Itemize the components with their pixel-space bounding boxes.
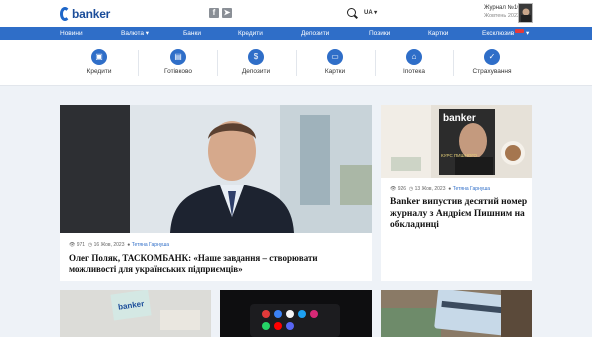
category-deposits[interactable]: $ Депозити: [226, 49, 286, 75]
live-badge-icon: [515, 29, 525, 33]
article-image: banker: [60, 290, 211, 337]
article-image: [60, 105, 372, 233]
category-label: Депозити: [241, 68, 271, 75]
category-label: Кредити: [86, 68, 112, 75]
magazine-link[interactable]: Журнал №10 Жовтень 2023: [484, 4, 521, 20]
category-cards[interactable]: ▭ Картки: [305, 49, 365, 75]
chevron-down-icon: ▾: [525, 30, 530, 37]
clock-icon: ◷: [87, 242, 93, 248]
cover-logo: banker: [443, 113, 476, 124]
article-card-bottom-2[interactable]: [220, 290, 372, 337]
language-selector[interactable]: UA ▾: [364, 9, 377, 16]
category-mortgage[interactable]: ⌂ Іпотека: [384, 49, 444, 75]
magazine-cover-thumbnail[interactable]: [518, 3, 533, 23]
shield-icon: ✓: [484, 49, 500, 65]
user-icon: ●: [448, 186, 452, 192]
divider: [217, 50, 218, 76]
article-meta: 👁 971 ◷ 16 Жов, 2023 ● Тетяна Гарнуша: [69, 242, 169, 248]
logo-mark-icon: [60, 7, 70, 21]
nav-item-exclusive-label: Ексклюзив: [482, 30, 515, 37]
user-icon: ●: [127, 242, 131, 248]
article-meta: 👁 926 ◷ 13 Жов, 2023 ● Тетяна Гарнуша: [390, 186, 490, 192]
divider: [138, 50, 139, 76]
category-label: Страхування: [472, 68, 512, 75]
category-label: Іпотека: [403, 68, 425, 75]
nav-item-news[interactable]: Новини: [60, 27, 83, 40]
eye-icon: 👁: [69, 242, 76, 248]
view-count: 971: [76, 242, 86, 248]
category-label: Картки: [324, 68, 346, 75]
card-icon: ▭: [327, 49, 343, 65]
logo-text: banker: [72, 7, 111, 21]
moneybag-icon: $: [248, 49, 264, 65]
nav-item-cards[interactable]: Картки: [428, 27, 448, 40]
main-nav: Новини Валюта ▾ Банки Кредити Депозити П…: [0, 27, 592, 40]
article-image: [381, 290, 532, 337]
article-title[interactable]: Banker випустив десятий номер журналу з …: [390, 197, 530, 232]
divider: [296, 50, 297, 76]
divider: [453, 50, 454, 76]
nav-item-loans[interactable]: Позики: [369, 27, 390, 40]
facebook-icon[interactable]: f: [209, 8, 219, 18]
category-insurance[interactable]: ✓ Страхування: [462, 49, 522, 75]
article-title[interactable]: Олег Поляк, ТАСКОМБАНК: «Наше завдання –…: [69, 253, 364, 275]
nav-item-exclusive[interactable]: Ексклюзив ▾: [482, 27, 529, 40]
eye-icon: 👁: [390, 186, 397, 192]
house-icon: ⌂: [406, 49, 422, 65]
category-cash[interactable]: ▤ Готівково: [148, 49, 208, 75]
search-icon[interactable]: [347, 8, 356, 17]
cash-icon: ▤: [170, 49, 186, 65]
briefcase-icon: ▣: [91, 49, 107, 65]
article-image: [220, 290, 372, 337]
divider: [375, 50, 376, 76]
cover-text: КУРС ПИШНОГО: [441, 153, 478, 158]
article-card-bottom-3[interactable]: [381, 290, 532, 337]
nav-item-deposits[interactable]: Депозити: [301, 27, 329, 40]
top-header: banker f ➤ UA ▾ Журнал №10 Жовтень 2023: [0, 0, 592, 27]
site-logo[interactable]: banker: [60, 5, 110, 23]
category-label: Готівково: [164, 68, 192, 75]
nav-item-currency[interactable]: Валюта ▾: [121, 27, 149, 40]
article-author[interactable]: Тетяна Гарнуша: [453, 186, 490, 192]
article-author[interactable]: Тетяна Гарнуша: [132, 242, 169, 248]
article-image: banker КУРС ПИШНОГО: [381, 105, 532, 178]
category-credits[interactable]: ▣ Кредити: [69, 49, 129, 75]
article-date: 16 Жов, 2023: [93, 242, 125, 248]
article-card-main[interactable]: 👁 971 ◷ 16 Жов, 2023 ● Тетяна Гарнуша Ол…: [60, 105, 372, 281]
article-card-side[interactable]: banker КУРС ПИШНОГО 👁 926 ◷ 13 Жов, 2023…: [381, 105, 532, 281]
clock-icon: ◷: [408, 186, 414, 192]
nav-item-banks[interactable]: Банки: [183, 27, 201, 40]
nav-item-credits[interactable]: Кредити: [238, 27, 263, 40]
article-card-bottom-1[interactable]: banker: [60, 290, 211, 337]
article-date: 13 Жов, 2023: [414, 186, 446, 192]
view-count: 926: [397, 186, 407, 192]
magazine-title: Журнал №10: [484, 5, 521, 11]
telegram-icon[interactable]: ➤: [222, 8, 232, 18]
magazine-issue-date: Жовтень 2023: [484, 13, 521, 19]
